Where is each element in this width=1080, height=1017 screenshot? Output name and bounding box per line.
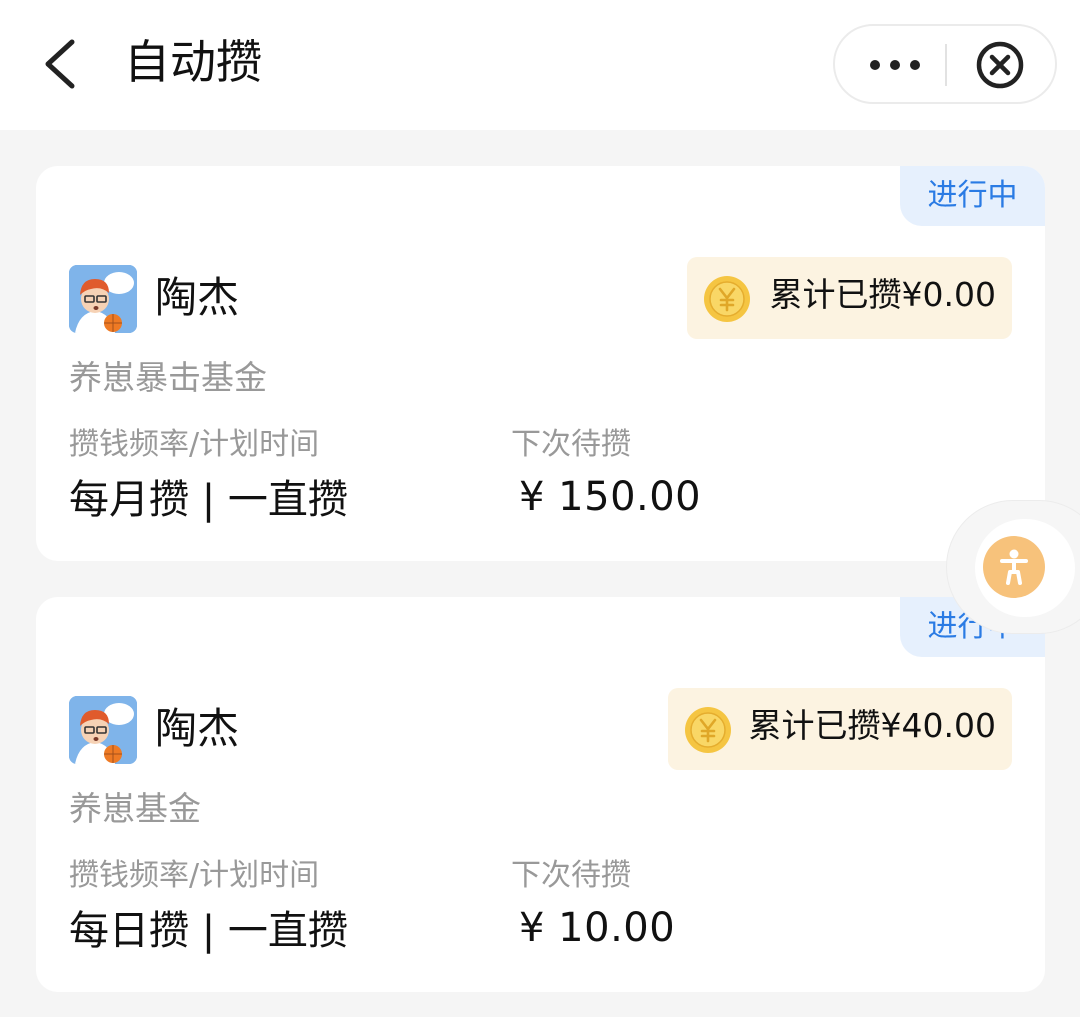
- coin-icon: [685, 707, 731, 753]
- next-deposit-amount: ¥ 10.00: [519, 905, 676, 951]
- next-deposit-label: 下次待攒: [511, 427, 631, 462]
- floating-accessibility-widget: [946, 500, 1080, 634]
- avatar: [69, 696, 137, 764]
- status-badge: 进行中: [900, 166, 1045, 226]
- accessibility-button[interactable]: [983, 536, 1045, 598]
- owner-name: 陶杰: [155, 273, 240, 322]
- frequency-label: 攒钱频率/计划时间: [69, 858, 320, 893]
- circle-close-icon: [976, 41, 1024, 89]
- total-saved-text: 累计已攒¥0.00: [769, 275, 996, 314]
- mini-program-capsule: [833, 24, 1057, 104]
- avatar: [69, 265, 137, 333]
- more-dots-icon: [870, 60, 880, 70]
- nav-header: 自动攒: [0, 0, 1080, 130]
- accessibility-icon: [1000, 549, 1028, 585]
- total-saved-badge: 累计已攒¥0.00: [687, 257, 1012, 339]
- more-dots-icon: [890, 60, 900, 70]
- coin-icon: [704, 276, 750, 322]
- chevron-left-icon: [45, 39, 75, 89]
- more-dots-icon: [910, 60, 920, 70]
- plan-card[interactable]: 进行中 陶杰 累计已攒¥0.00 养崽暴击基金 攒钱频率/计划时间 下次待攒 每…: [36, 166, 1045, 561]
- capsule-divider: [945, 44, 947, 86]
- frequency-value: 每日攒 | 一直攒: [69, 908, 348, 954]
- frequency-label: 攒钱频率/计划时间: [69, 427, 320, 462]
- owner-name: 陶杰: [155, 704, 240, 753]
- auto-save-page: 自动攒 进行中 陶杰 累计已攒¥0.00 养崽暴击基金 攒钱频率/计划时间 下次…: [0, 0, 1080, 1017]
- total-saved-text: 累计已攒¥40.00: [748, 706, 996, 745]
- back-button[interactable]: [36, 34, 88, 94]
- total-saved-badge: 累计已攒¥40.00: [668, 688, 1012, 770]
- plan-card[interactable]: 进行中 陶杰 累计已攒¥40.00 养崽基金 攒钱频率/计划时间 下次待攒 每日…: [36, 597, 1045, 992]
- frequency-value: 每月攒 | 一直攒: [69, 477, 348, 523]
- next-deposit-label: 下次待攒: [511, 858, 631, 893]
- close-button[interactable]: [975, 40, 1025, 90]
- next-deposit-amount: ¥ 150.00: [519, 474, 702, 520]
- page-title: 自动攒: [124, 35, 262, 89]
- more-button[interactable]: [835, 26, 947, 102]
- fund-name: 养崽基金: [69, 789, 201, 828]
- fund-name: 养崽暴击基金: [69, 358, 267, 397]
